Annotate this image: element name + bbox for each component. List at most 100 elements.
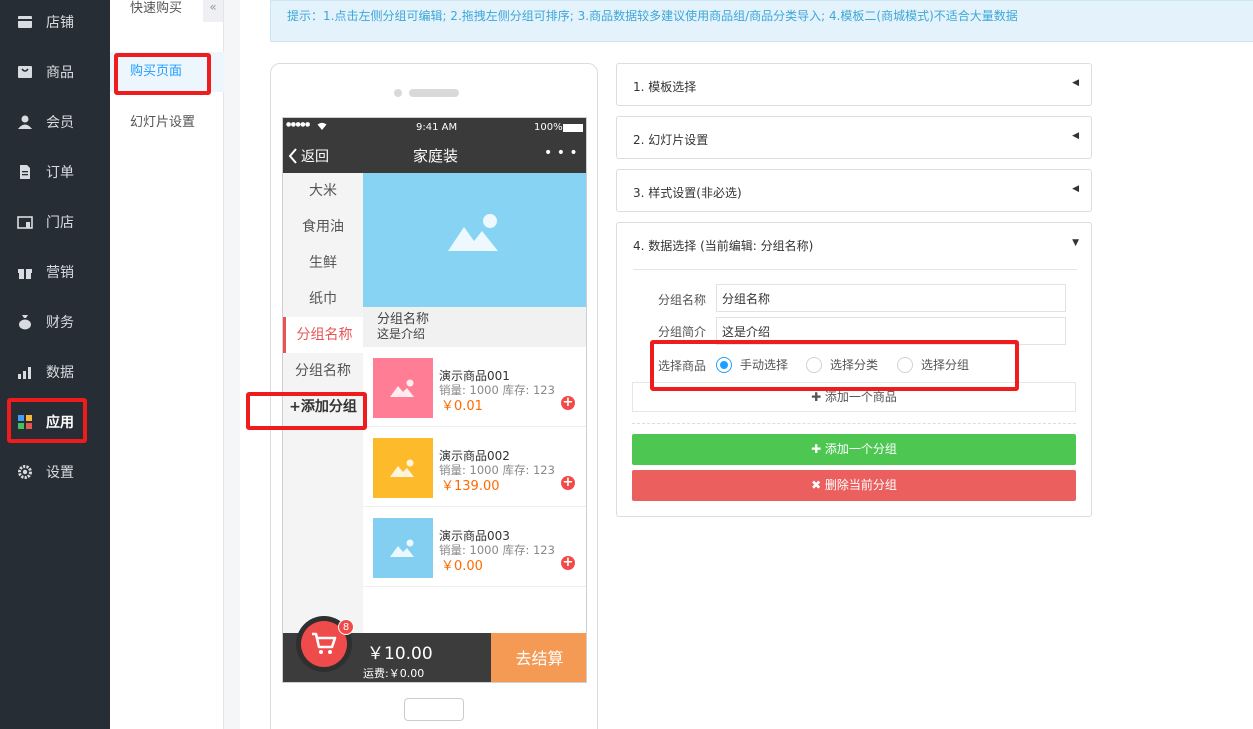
radio-label: 选择分组 — [921, 358, 970, 372]
battery-icon — [563, 124, 583, 132]
phone-speaker — [409, 89, 459, 97]
nav-item-shop[interactable]: 门店 — [0, 197, 110, 247]
nav-label: 会员 — [46, 115, 74, 131]
main-sidebar: 店铺 商品 会员 订单 门店 营销 财务 数据 应用 设置 — [0, 0, 110, 729]
phone-page-title: 家庭装 — [412, 147, 458, 165]
group-name-label: 分组名称 — [658, 293, 707, 307]
phone-screen: ●●●●● 9:41 AM 100% 返回 家庭装 • • • 大米 食用油 生… — [282, 117, 587, 683]
shopping-cart-icon — [312, 632, 337, 654]
gear-icon — [16, 463, 34, 481]
apps-icon — [16, 413, 34, 431]
dashed-divider — [632, 423, 1076, 424]
image-placeholder-icon — [390, 379, 414, 397]
member-icon — [16, 113, 34, 131]
select-products-label: 选择商品 — [658, 359, 707, 373]
status-bar: ●●●●● 9:41 AM 100% — [283, 118, 586, 138]
gutter — [224, 0, 240, 729]
nav-label: 订单 — [46, 165, 74, 181]
accordion-title: 3. 样式设置(非必选) — [633, 186, 742, 200]
nav-item-order[interactable]: 订单 — [0, 147, 110, 197]
group-name: 分组名称 — [377, 312, 430, 327]
collapse-sidebar-icon[interactable]: « — [203, 0, 223, 22]
radio-manual-select[interactable]: 手动选择 — [716, 356, 788, 373]
caret-left-icon: ◀ — [1072, 131, 1079, 141]
nav-label: 商品 — [46, 65, 74, 81]
add-group-button[interactable]: +添加分组 — [283, 389, 363, 425]
cart-total: ￥10.00 — [367, 644, 433, 664]
category-list: 大米 食用油 生鲜 纸巾 分组名称 分组名称 +添加分组 — [283, 173, 363, 633]
signal-indicator: ●●●●● — [286, 121, 310, 128]
nav-label: 数据 — [46, 365, 74, 381]
nav-item-data[interactable]: 数据 — [0, 347, 110, 397]
product-item[interactable]: 演示商品001 销量: 1000 库存: 123 ￥0.01 + — [363, 347, 586, 427]
image-placeholder-icon — [390, 539, 414, 557]
product-item[interactable]: 演示商品002 销量: 1000 库存: 123 ￥139.00 + — [363, 427, 586, 507]
accordion-style[interactable]: 3. 样式设置(非必选) ◀ — [616, 169, 1092, 212]
add-group-button[interactable]: ✚ 添加一个分组 — [632, 434, 1076, 465]
status-time: 9:41 AM — [416, 122, 458, 133]
radio-circle — [806, 356, 822, 373]
category-item[interactable]: 食用油 — [283, 209, 363, 245]
more-icon[interactable]: • • • — [544, 145, 578, 161]
product-price: ￥0.00 — [441, 559, 483, 574]
goods-icon — [16, 63, 34, 81]
product-image — [373, 518, 433, 578]
order-icon — [16, 163, 34, 181]
phone-camera — [394, 89, 402, 97]
subnav-item-slideshow[interactable]: 幻灯片设置 — [110, 103, 224, 143]
product-price: ￥0.01 — [441, 399, 483, 414]
phone-navbar: 返回 家庭装 • • • — [283, 138, 586, 173]
add-product-button[interactable]: ✚ 添加一个商品 — [632, 382, 1076, 412]
radio-circle-checked — [716, 356, 732, 373]
nav-item-finance[interactable]: 财务 — [0, 297, 110, 347]
group-name-input[interactable] — [716, 284, 1066, 312]
category-item[interactable]: 分组名称 — [283, 353, 363, 389]
nav-item-member[interactable]: 会员 — [0, 97, 110, 147]
store-icon — [16, 13, 34, 31]
category-item[interactable]: 纸巾 — [283, 281, 363, 317]
nav-label: 门店 — [46, 215, 74, 231]
nav-label: 店铺 — [46, 15, 74, 31]
caret-left-icon: ◀ — [1072, 78, 1079, 88]
radio-select-group[interactable]: 选择分组 — [897, 356, 969, 373]
product-list: 演示商品001 销量: 1000 库存: 123 ￥0.01 + 演示商品002… — [363, 347, 586, 633]
category-item-active[interactable]: 分组名称 — [283, 317, 363, 353]
panel-divider — [633, 269, 1077, 270]
product-image — [373, 358, 433, 418]
accordion-title: 2. 幻灯片设置 — [633, 133, 709, 147]
nav-item-store[interactable]: 店铺 — [0, 0, 110, 47]
add-to-cart-icon[interactable]: + — [561, 476, 575, 490]
accordion-template[interactable]: 1. 模板选择 ◀ — [616, 63, 1092, 106]
caret-down-icon[interactable]: ▼ — [1072, 238, 1079, 248]
nav-item-apps[interactable]: 应用 — [0, 397, 110, 447]
category-item[interactable]: 大米 — [283, 173, 363, 209]
product-price: ￥139.00 — [441, 479, 500, 494]
nav-label: 营销 — [46, 265, 74, 281]
phone-home-button — [404, 698, 464, 721]
image-placeholder-icon — [448, 214, 498, 251]
money-bag-icon — [16, 313, 34, 331]
nav-item-settings[interactable]: 设置 — [0, 447, 110, 497]
banner-image — [363, 173, 586, 307]
product-item[interactable]: 演示商品003 销量: 1000 库存: 123 ￥0.00 + — [363, 507, 586, 587]
checkout-button[interactable]: 去结算 — [491, 633, 586, 682]
nav-item-marketing[interactable]: 营销 — [0, 247, 110, 297]
group-intro-input[interactable] — [716, 317, 1066, 345]
wifi-icon — [317, 122, 327, 133]
add-to-cart-icon[interactable]: + — [561, 396, 575, 410]
subnav-item-buy-page[interactable]: 购买页面 — [110, 52, 224, 92]
radio-select-category[interactable]: 选择分类 — [806, 356, 878, 373]
accordion-slideshow[interactable]: 2. 幻灯片设置 ◀ — [616, 116, 1092, 159]
nav-label: 设置 — [46, 465, 74, 481]
nav-item-goods[interactable]: 商品 — [0, 47, 110, 97]
tip-banner: 提示：1.点击左侧分组可编辑; 2.拖拽左侧分组可排序; 3.商品数据较多建议使… — [270, 0, 1253, 42]
delete-group-button[interactable]: ✖ 删除当前分组 — [632, 470, 1076, 501]
panel-title[interactable]: 4. 数据选择 (当前编辑: 分组名称) — [633, 237, 813, 254]
radio-label: 选择分类 — [830, 358, 879, 372]
group-intro-label: 分组简介 — [658, 325, 707, 339]
cart-shipping: 运费:￥0.00 — [363, 667, 425, 680]
category-item[interactable]: 生鲜 — [283, 245, 363, 281]
add-to-cart-icon[interactable]: + — [561, 556, 575, 570]
group-header: 分组名称 这是介绍 — [363, 307, 586, 347]
nav-label: 财务 — [46, 315, 74, 331]
